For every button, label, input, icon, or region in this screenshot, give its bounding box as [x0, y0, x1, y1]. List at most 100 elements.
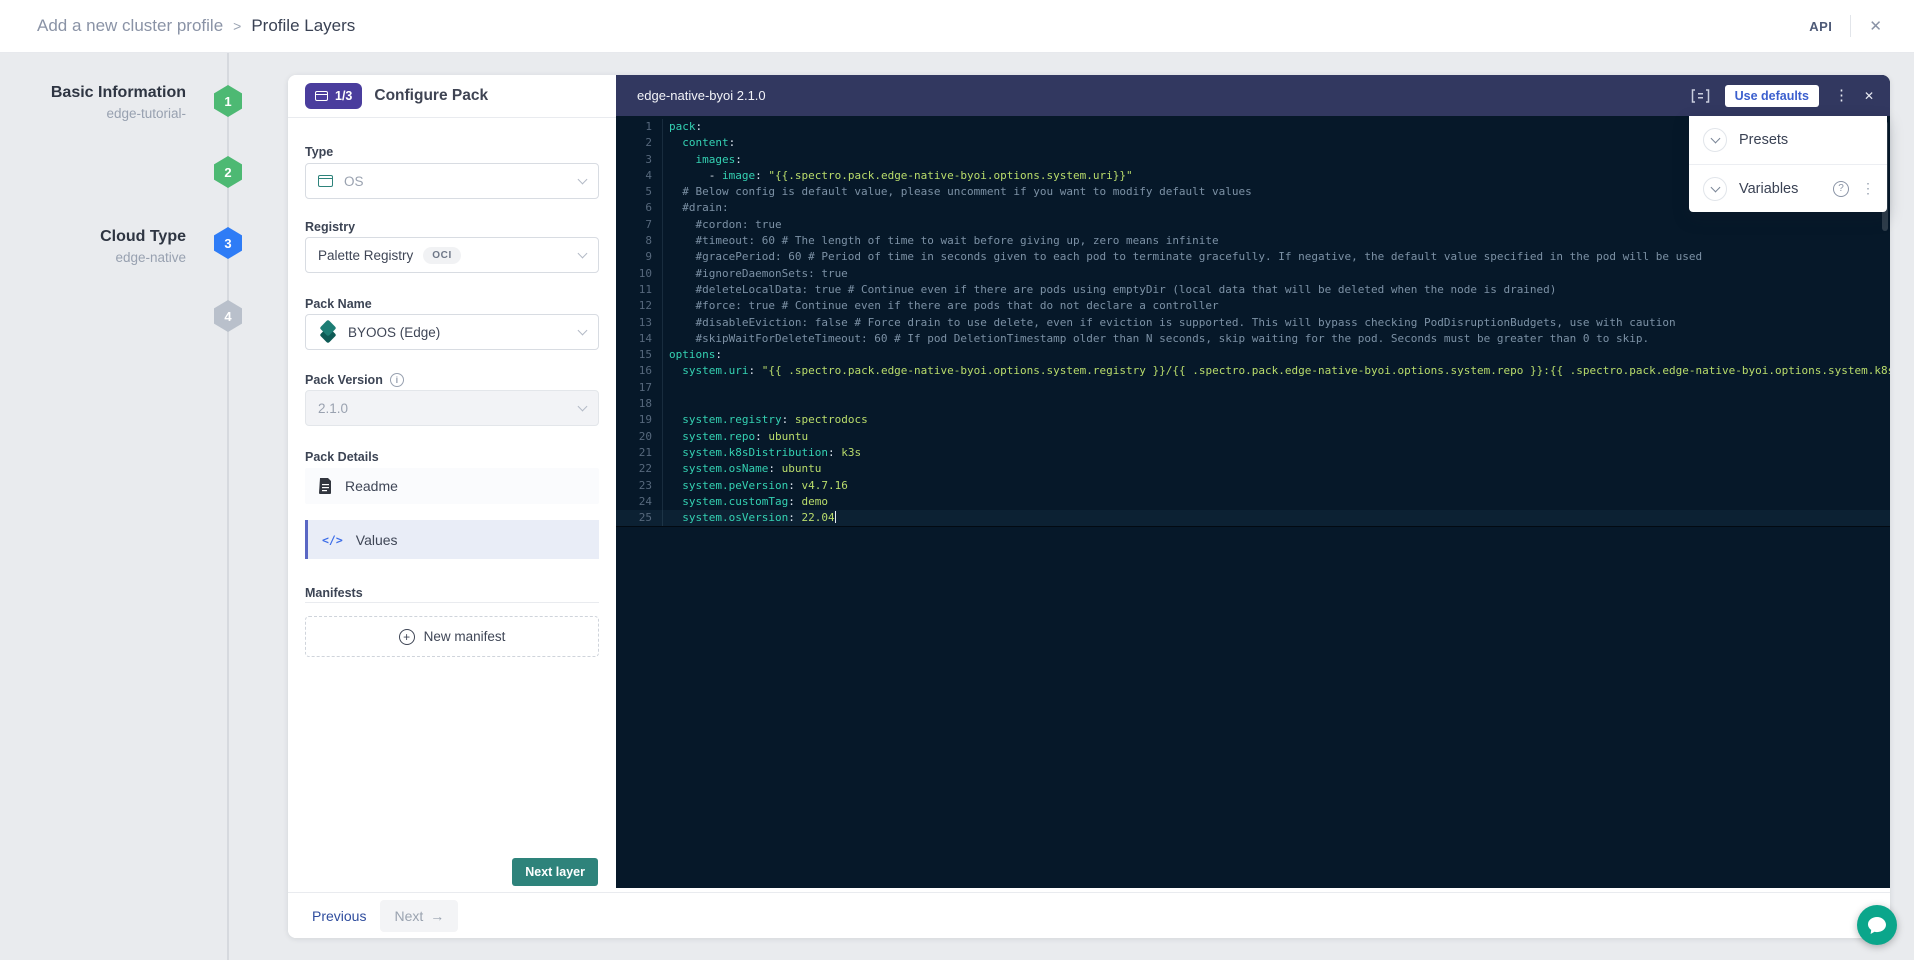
type-select[interactable]: OS: [305, 163, 599, 199]
line-number: 11: [616, 282, 652, 298]
editor-pack-title: edge-native-byoi 2.1.0: [637, 88, 766, 103]
close-wizard-icon[interactable]: ✕: [1869, 19, 1882, 34]
type-value: OS: [344, 174, 364, 189]
line-number: 9: [616, 249, 652, 265]
line-number: 16: [616, 363, 652, 379]
code-line-19: 19 system.registry: spectrodocs: [616, 412, 1890, 428]
add-cluster-profile-page: Add a new cluster profile > Profile Laye…: [0, 0, 1914, 960]
code-line-14: 14 #skipWaitForDeleteTimeout: 60 # If po…: [616, 331, 1890, 347]
code-line-18: 18: [616, 396, 1890, 412]
editor-toolbar: Use defaults ⋮ ✕: [1691, 85, 1874, 107]
values-tab-label: Values: [356, 532, 398, 548]
code-line-21: 21 system.k8sDistribution: k3s: [616, 445, 1890, 461]
oci-badge: OCI: [423, 247, 461, 264]
pack-version-select[interactable]: 2.1.0: [305, 390, 599, 426]
chevron-down-icon: [578, 401, 588, 411]
step-hexagon-1[interactable]: 1: [214, 85, 242, 117]
pack-name-select[interactable]: BYOOS (Edge): [305, 314, 599, 350]
line-number: 4: [616, 168, 652, 184]
line-content: #timeout: 60 # The length of time to wai…: [662, 233, 1219, 249]
code-line-20: 20 system.repo: ubuntu: [616, 429, 1890, 445]
step-hexagon-4[interactable]: 4: [214, 300, 242, 332]
byoos-pack-icon: [318, 322, 338, 343]
editor-close-icon[interactable]: ✕: [1864, 90, 1874, 102]
presets-label: Presets: [1739, 132, 1788, 148]
variables-expand-icon[interactable]: [1703, 177, 1727, 201]
line-content: #ignoreDaemonSets: true: [662, 266, 848, 282]
line-number: 7: [616, 217, 652, 233]
new-manifest-button[interactable]: + New manifest: [305, 616, 599, 657]
line-number: 1: [616, 119, 652, 135]
line-number: 23: [616, 478, 652, 494]
breadcrumb-parent-link[interactable]: Add a new cluster profile: [37, 16, 223, 36]
next-button[interactable]: Next →: [380, 900, 458, 932]
line-content: #gracePeriod: 60 # Period of time in sec…: [662, 249, 1702, 265]
pack-version-label-text: Pack Version: [305, 373, 383, 387]
step-cloud-type[interactable]: Cloud Typeedge-native: [0, 227, 186, 267]
os-type-icon: [318, 175, 333, 187]
stepper-line: [227, 53, 229, 960]
code-line-13: 13 #disableEviction: false # Force drain…: [616, 315, 1890, 331]
values-tab[interactable]: </> Values: [305, 520, 599, 559]
editor-header: edge-native-byoi 2.1.0 Use defaults ⋮ ✕: [616, 75, 1890, 116]
line-content: pack:: [662, 119, 702, 135]
line-content: [662, 396, 669, 412]
line-content: #skipWaitForDeleteTimeout: 60 # If pod D…: [662, 331, 1649, 347]
line-content: images:: [662, 152, 742, 168]
code-line-22: 22 system.osName: ubuntu: [616, 461, 1890, 477]
presets-expand-icon[interactable]: [1703, 128, 1727, 152]
line-number: 22: [616, 461, 652, 477]
step-hexagon-2[interactable]: 2: [214, 156, 242, 188]
next-button-label: Next: [394, 908, 423, 924]
line-number: 20: [616, 429, 652, 445]
help-chat-launcher[interactable]: [1857, 905, 1897, 945]
code-line-9: 9 #gracePeriod: 60 # Period of time in s…: [616, 249, 1890, 265]
code-line-15: 15options:: [616, 347, 1890, 363]
presets-row[interactable]: Presets: [1689, 116, 1887, 164]
chevron-down-icon: [578, 174, 588, 184]
registry-select[interactable]: Palette Registry OCI: [305, 237, 599, 273]
editor-kebab-menu-icon[interactable]: ⋮: [1834, 88, 1849, 103]
line-number: 24: [616, 494, 652, 510]
line-number: 8: [616, 233, 652, 249]
step-basic-information[interactable]: Basic Informationedge-tutorial-: [0, 83, 186, 123]
pack-details-label: Pack Details: [305, 450, 379, 464]
use-defaults-button[interactable]: Use defaults: [1725, 85, 1819, 107]
next-layer-button[interactable]: Next layer: [512, 858, 598, 886]
manifests-divider: [305, 602, 599, 603]
yaml-code-area[interactable]: 1 pack: 2 content: 3 images: 4 - image: "{{.…: [616, 116, 1890, 888]
breadcrumb-current: Profile Layers: [251, 16, 355, 36]
line-number: 21: [616, 445, 652, 461]
readme-doc-icon: [319, 478, 332, 494]
step-sublabel: edge-native: [0, 249, 186, 267]
variables-help-icon[interactable]: ?: [1833, 181, 1849, 197]
code-line-25: 25 system.osVersion: 22.04: [616, 510, 1890, 526]
variables-label: Variables: [1739, 181, 1798, 197]
step-hexagon-3[interactable]: 3: [214, 227, 242, 259]
variables-kebab-icon[interactable]: ⋮: [1861, 180, 1875, 197]
line-content: - image: "{{.spectro.pack.edge-native-by…: [662, 168, 1133, 184]
line-number: 6: [616, 200, 652, 216]
line-number: 3: [616, 152, 652, 168]
api-button[interactable]: API: [1809, 19, 1832, 34]
line-number: 18: [616, 396, 652, 412]
type-label: Type: [305, 145, 333, 159]
line-content: content:: [662, 135, 735, 151]
line-content: [662, 380, 669, 396]
readme-tab[interactable]: Readme: [305, 468, 599, 504]
info-icon[interactable]: i: [390, 373, 404, 387]
code-line-7: 7 #cordon: true: [616, 217, 1890, 233]
line-content: system.osName: ubuntu: [662, 461, 821, 477]
registry-value: Palette Registry: [318, 248, 413, 263]
variables-row[interactable]: Variables ? ⋮: [1689, 164, 1887, 212]
split-diff-icon[interactable]: [1691, 89, 1710, 103]
line-content: #force: true # Continue even if there ar…: [662, 298, 1219, 314]
line-number: 13: [616, 315, 652, 331]
line-content: system.customTag: demo: [662, 494, 828, 510]
code-line-12: 12 #force: true # Continue even if there…: [616, 298, 1890, 314]
code-line-24: 24 system.customTag: demo: [616, 494, 1890, 510]
step-label: Basic Information: [0, 83, 186, 103]
line-number: 2: [616, 135, 652, 151]
previous-button[interactable]: Previous: [312, 908, 366, 924]
line-content: system.repo: ubuntu: [662, 429, 808, 445]
